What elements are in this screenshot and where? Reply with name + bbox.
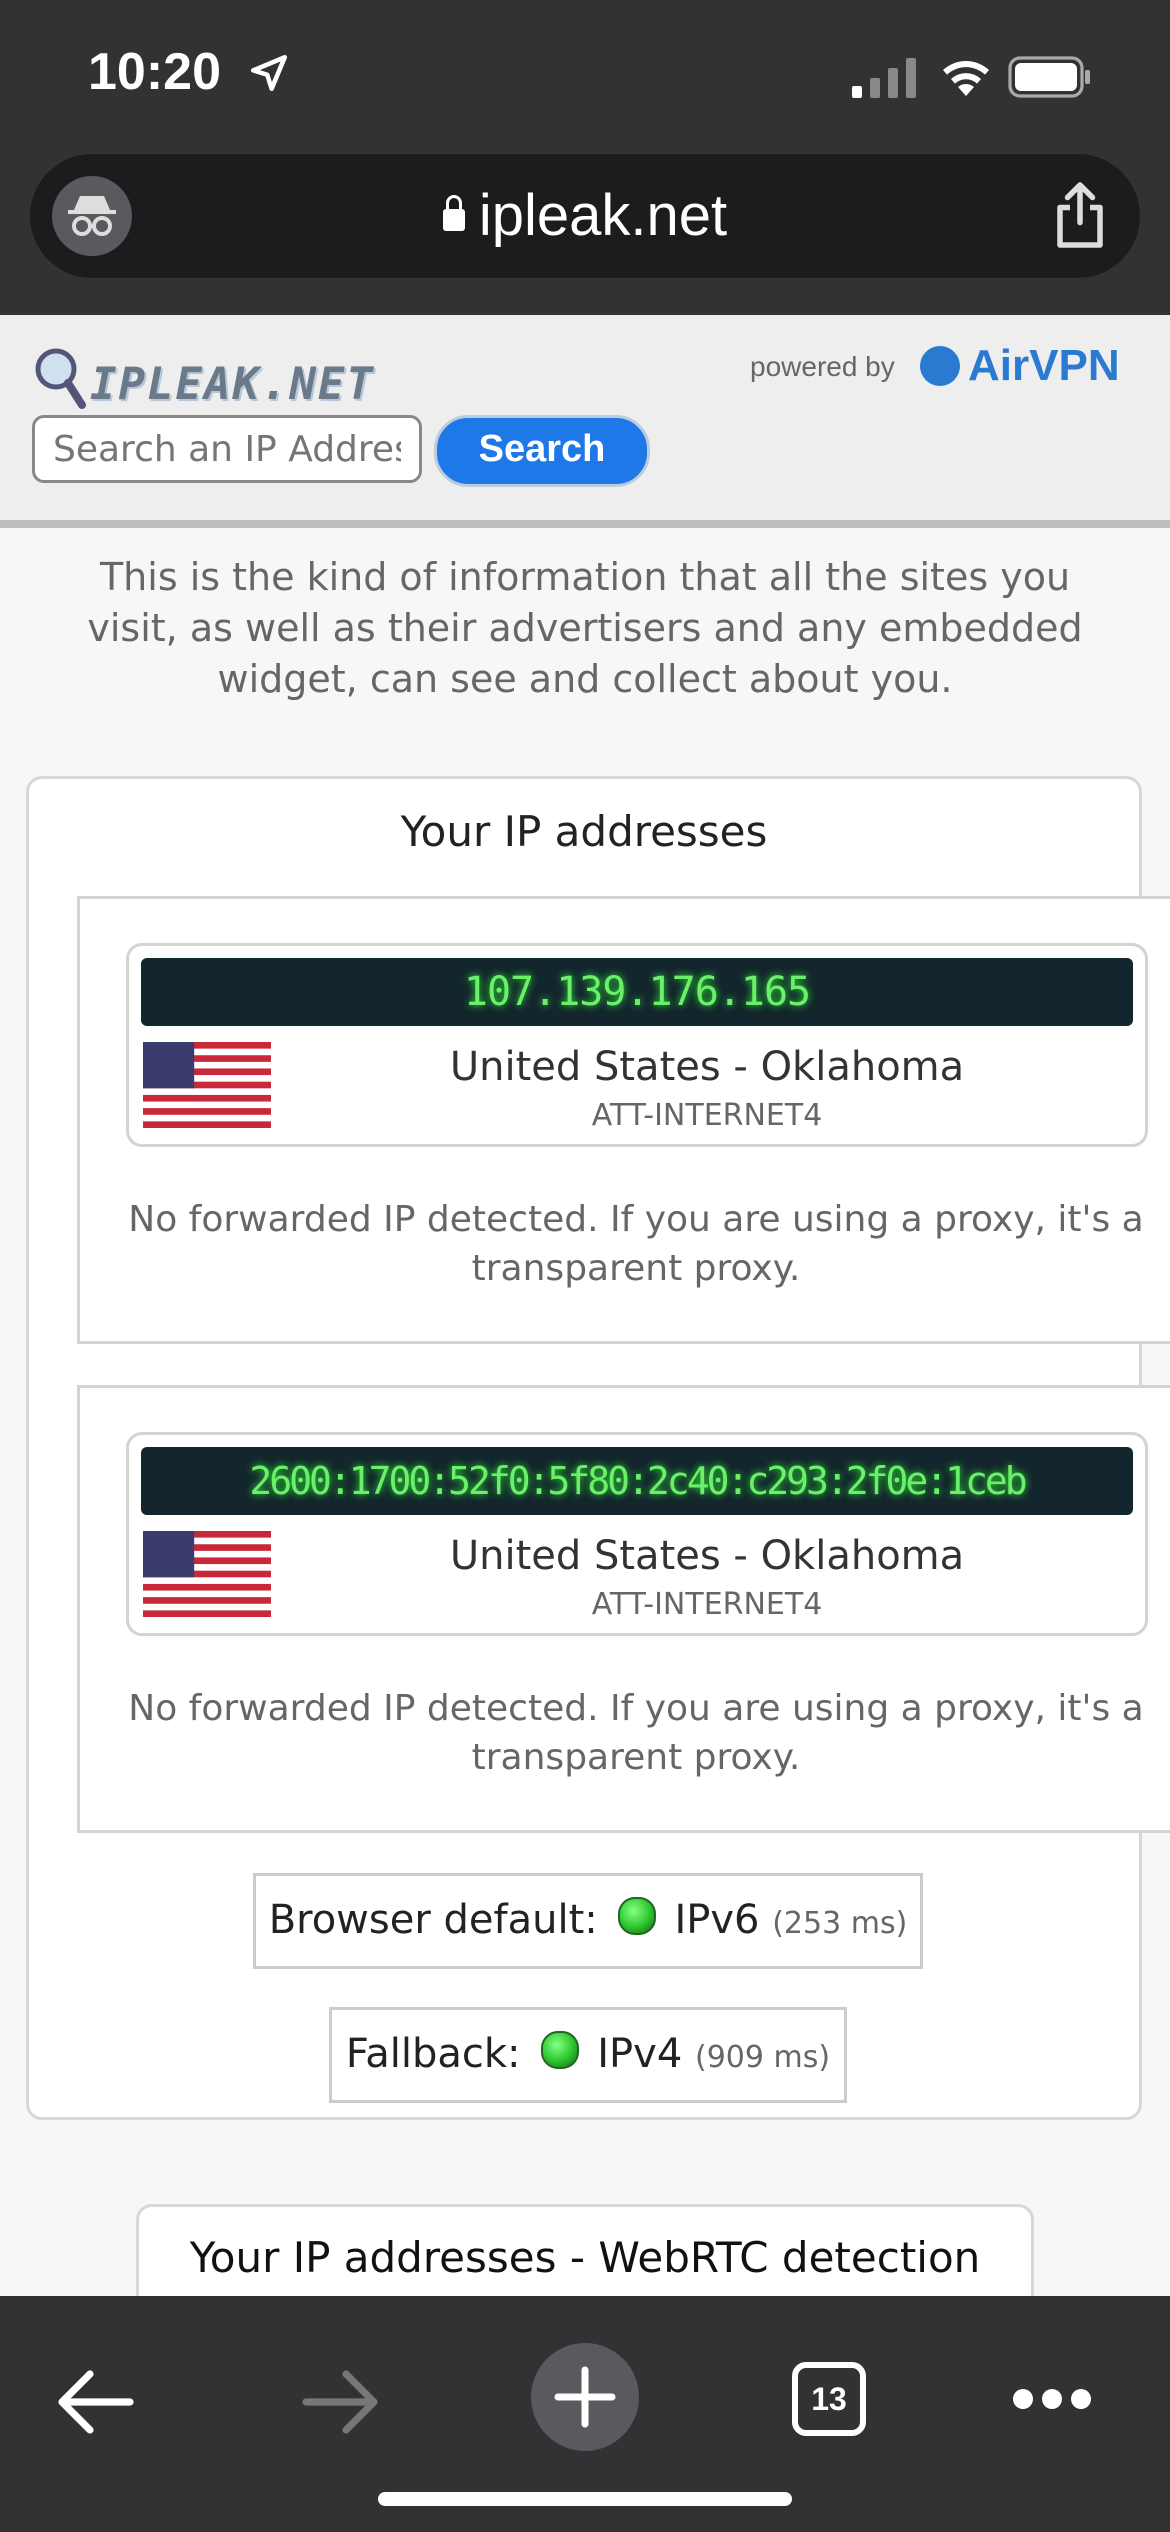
powered-by-label: powered by (750, 351, 895, 382)
ip-details: 107.139.176.165 United States - Oklahoma… (126, 943, 1148, 1147)
fallback-protocol: IPv4 (597, 2031, 683, 2077)
ip-isp: ATT-INTERNET4 (591, 1098, 823, 1133)
ip-entry-1: 107.139.176.165 United States - Oklahoma… (77, 896, 1170, 1344)
search-button[interactable]: Search (434, 415, 650, 487)
status-dot-icon (541, 2031, 580, 2069)
fallback-box: Fallback: IPv4 (909 ms) (329, 2007, 847, 2103)
site-header: IPLEAK.NET powered by AirVPN Search (0, 315, 1170, 528)
forward-arrow-icon[interactable] (298, 2366, 382, 2438)
status-dot-icon (618, 1897, 657, 1935)
address-bar[interactable]: ipleak.net (30, 154, 1140, 278)
browser-default-protocol: IPv6 (674, 1897, 760, 1943)
forwarded-ip-note: No forwarded IP detected. If you are usi… (128, 1688, 1144, 1778)
browser-default-box: Browser default: IPv6 (253 ms) (253, 1873, 923, 1969)
status-time: 10:20 (88, 43, 221, 101)
airvpn-label: AirVPN (968, 341, 1120, 390)
new-tab-plus-icon[interactable] (530, 2342, 640, 2452)
ip-location: United States - Oklahoma (449, 1533, 965, 1579)
cellular-signal-icon (852, 58, 916, 98)
battery-icon (1008, 56, 1090, 98)
ip-search-input[interactable] (32, 415, 422, 483)
browser-top-bar: 10:20 ipleak.net (0, 0, 1170, 315)
ip-address-display: 107.139.176.165 (141, 958, 1133, 1026)
url-text[interactable]: ipleak.net (30, 182, 1140, 249)
fallback-time: (909 ms) (695, 2040, 831, 2075)
browser-default-time: (253 ms) (772, 1906, 908, 1941)
airvpn-cloud-icon (920, 346, 960, 386)
ip-location: United States - Oklahoma (449, 1044, 965, 1090)
home-indicator[interactable] (378, 2492, 792, 2506)
tab-count: 13 (811, 2381, 847, 2417)
airvpn-brand[interactable]: AirVPN (920, 341, 1120, 391)
lock-icon (442, 195, 465, 231)
more-menu-icon[interactable] (1010, 2386, 1094, 2412)
us-flag-icon (143, 1042, 271, 1128)
us-flag-icon (143, 1531, 271, 1617)
magnifier-logo-icon (35, 348, 86, 409)
card-title: Your IP addresses (400, 807, 768, 856)
logo-text: IPLEAK.NET (90, 359, 375, 410)
ip-isp: ATT-INTERNET4 (591, 1587, 823, 1622)
fallback-label: Fallback: (345, 2031, 521, 2077)
ip-entry-2: 2600:1700:52f0:5f80:2c40:c293:2f0e:1ceb … (77, 1385, 1170, 1833)
share-icon[interactable] (1050, 180, 1110, 250)
ip-address-display: 2600:1700:52f0:5f80:2c40:c293:2f0e:1ceb (141, 1447, 1133, 1515)
forwarded-ip-note: No forwarded IP detected. If you are usi… (128, 1199, 1144, 1289)
tab-switcher-button[interactable]: 13 (792, 2362, 866, 2436)
browser-default-label: Browser default: (268, 1897, 598, 1943)
ipleak-logo[interactable]: IPLEAK.NET (32, 345, 373, 415)
intro-text: This is the kind of information that all… (87, 555, 1083, 701)
webrtc-title: Your IP addresses - WebRTC detection (189, 2233, 981, 2282)
wifi-icon (943, 61, 989, 96)
back-arrow-icon[interactable] (54, 2366, 138, 2438)
location-arrow-icon (250, 54, 288, 92)
ip-addresses-card: Your IP addresses 107.139.176.165 United… (26, 776, 1170, 2120)
url-label: ipleak.net (478, 183, 728, 248)
ip-details: 2600:1700:52f0:5f80:2c40:c293:2f0e:1ceb … (126, 1432, 1148, 1636)
